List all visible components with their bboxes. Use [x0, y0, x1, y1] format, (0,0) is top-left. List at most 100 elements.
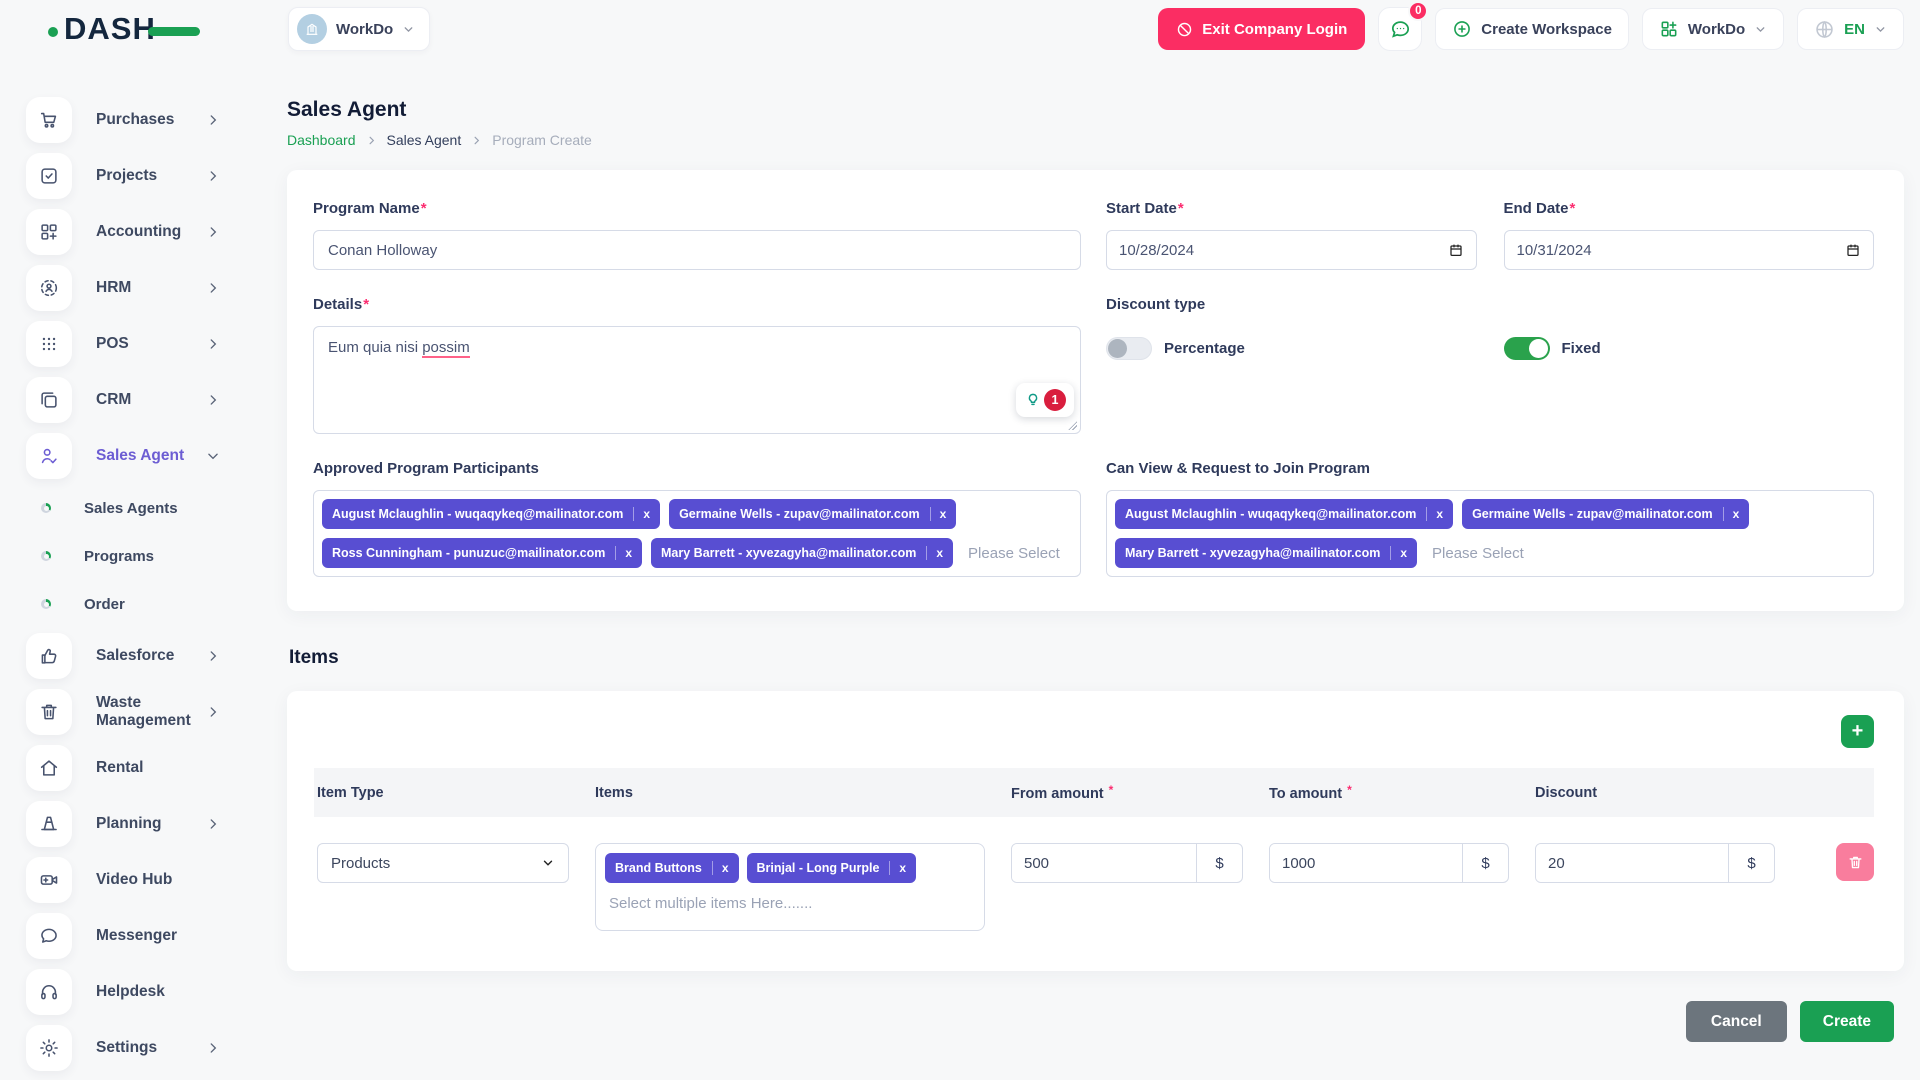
sidebar-item-purchases[interactable]: Purchases: [26, 92, 258, 148]
chevron-right-icon: [206, 225, 220, 239]
writing-assistant-widget[interactable]: 1: [1016, 383, 1074, 417]
workspace-switcher[interactable]: WorkDo: [288, 7, 430, 51]
sidebar-item-settings[interactable]: Settings: [26, 1020, 258, 1076]
col-items: Items: [595, 785, 985, 801]
end-date-input[interactable]: 10/31/2024: [1504, 230, 1875, 270]
chevron-down-icon: [1754, 23, 1767, 36]
calendar-icon[interactable]: [1448, 242, 1464, 258]
sidebar-item-planning[interactable]: Planning: [26, 796, 258, 852]
items-card: + Item Type Items From amount * To amoun…: [287, 691, 1904, 971]
status-donut-icon: [41, 551, 51, 561]
remove-tag-icon[interactable]: x: [633, 507, 650, 521]
discount-group: $: [1535, 843, 1775, 883]
participant-tag: Mary Barrett - xyvezagyha@mailinator.com…: [651, 538, 953, 568]
item-type-select[interactable]: Products: [317, 843, 569, 883]
sidebar-subitem-order[interactable]: Order: [26, 580, 258, 628]
from-amount-input[interactable]: [1012, 844, 1196, 882]
chevron-right-icon: [206, 817, 220, 831]
chevron-right-icon: [206, 337, 220, 351]
required-asterisk: *: [1109, 783, 1114, 797]
chevron-right-icon: [206, 169, 220, 183]
items-multiselect[interactable]: Brand Buttonsx Brinjal - Long Purplex Se…: [595, 843, 985, 931]
sidebar-item-helpdesk[interactable]: Helpdesk: [26, 964, 258, 1020]
sidebar-item-label: Sales Agent: [96, 447, 184, 465]
exit-company-login-button[interactable]: Exit Company Login: [1158, 8, 1365, 50]
remove-tag-icon[interactable]: x: [1390, 546, 1407, 560]
language-selector[interactable]: EN: [1797, 8, 1904, 50]
sidebar-item-label: Messenger: [96, 927, 177, 945]
sidebar-item-label: Salesforce: [96, 647, 174, 665]
sidebar-subitem-label: Programs: [84, 548, 154, 565]
breadcrumb: Dashboard Sales Agent Program Create: [287, 132, 1904, 148]
workdo-apps-button[interactable]: WorkDo: [1642, 8, 1784, 50]
cancel-button[interactable]: Cancel: [1686, 1001, 1787, 1042]
user-scan-icon: [26, 265, 72, 311]
items-table-row: Products Brand Buttonsx Brinjal - Long P…: [314, 843, 1874, 931]
remove-tag-icon[interactable]: x: [712, 861, 729, 875]
required-asterisk: *: [1570, 200, 1576, 217]
sidebar-item-rental[interactable]: Rental: [26, 740, 258, 796]
sidebar-item-sales-agent[interactable]: Sales Agent: [26, 428, 258, 484]
sidebar-item-waste-management[interactable]: Waste Management: [26, 684, 258, 740]
create-workspace-button[interactable]: Create Workspace: [1435, 8, 1629, 50]
participant-tag: August Mclaughlin - wuqaqykeq@mailinator…: [1115, 499, 1453, 529]
chevron-down-icon: [402, 23, 415, 36]
sidebar-item-projects[interactable]: Projects: [26, 148, 258, 204]
calendar-icon[interactable]: [1845, 242, 1861, 258]
chevron-right-icon: [206, 705, 220, 719]
remove-tag-icon[interactable]: x: [1426, 507, 1443, 521]
to-amount-input[interactable]: [1270, 844, 1462, 882]
remove-tag-icon[interactable]: x: [1723, 507, 1740, 521]
resize-handle[interactable]: [1068, 421, 1077, 430]
message-icon: [26, 913, 72, 959]
breadcrumb-dashboard-link[interactable]: Dashboard: [287, 132, 356, 148]
remove-tag-icon[interactable]: x: [615, 546, 632, 560]
messages-button[interactable]: 0: [1378, 7, 1422, 51]
to-amount-group: $: [1269, 843, 1509, 883]
discount-input[interactable]: [1536, 844, 1728, 882]
approved-participants-label: Approved Program Participants: [313, 460, 1081, 477]
sidebar-item-hrm[interactable]: HRM: [26, 260, 258, 316]
workspace-name: WorkDo: [336, 21, 393, 38]
sidebar-item-label: Settings: [96, 1039, 157, 1057]
program-name-input[interactable]: [313, 230, 1081, 270]
remove-tag-icon[interactable]: x: [889, 861, 906, 875]
sidebar-item-label: HRM: [96, 279, 131, 297]
remove-tag-icon[interactable]: x: [930, 507, 947, 521]
breadcrumb-sales-agent[interactable]: Sales Agent: [387, 132, 462, 148]
sidebar-subitem-programs[interactable]: Programs: [26, 532, 258, 580]
fixed-toggle[interactable]: [1504, 337, 1550, 360]
sidebar-item-pos[interactable]: POS: [26, 316, 258, 372]
language-code: EN: [1844, 21, 1865, 38]
grid-plus-icon: [1659, 19, 1679, 39]
delete-item-row-button[interactable]: [1836, 843, 1874, 881]
remove-tag-icon[interactable]: x: [926, 546, 943, 560]
sidebar-item-video-hub[interactable]: Video Hub: [26, 852, 258, 908]
start-date-input[interactable]: 10/28/2024: [1106, 230, 1477, 270]
chevron-right-icon: [206, 281, 220, 295]
fixed-toggle-wrap: Fixed: [1504, 337, 1875, 360]
percentage-toggle[interactable]: [1106, 337, 1152, 360]
chevron-down-icon: [206, 449, 220, 463]
page-title: Sales Agent: [287, 98, 1904, 122]
chevron-right-icon: [206, 1041, 220, 1055]
create-button[interactable]: Create: [1800, 1001, 1894, 1042]
sidebar-item-messenger[interactable]: Messenger: [26, 908, 258, 964]
chevron-down-icon: [541, 856, 555, 870]
main-content: Sales Agent Dashboard Sales Agent Progra…: [258, 58, 1920, 1080]
chevron-right-icon: [206, 649, 220, 663]
sidebar-item-label: Planning: [96, 815, 161, 833]
can-view-multiselect[interactable]: August Mclaughlin - wuqaqykeq@mailinator…: [1106, 490, 1874, 577]
item-tag: Brinjal - Long Purplex: [747, 853, 917, 883]
details-textarea[interactable]: Eum quia nisi possim 1: [313, 326, 1081, 434]
sidebar-subitem-label: Order: [84, 596, 125, 613]
sidebar-item-accounting[interactable]: Accounting: [26, 204, 258, 260]
details-label: Details*: [313, 296, 1081, 313]
sidebar-item-crm[interactable]: CRM: [26, 372, 258, 428]
sidebar-item-salesforce[interactable]: Salesforce: [26, 628, 258, 684]
gear-icon: [26, 1025, 72, 1071]
participant-tag: Ross Cunningham - punuzuc@mailinator.com…: [322, 538, 642, 568]
sidebar-subitem-sales-agents[interactable]: Sales Agents: [26, 484, 258, 532]
approved-participants-multiselect[interactable]: August Mclaughlin - wuqaqykeq@mailinator…: [313, 490, 1081, 577]
add-item-row-button[interactable]: +: [1841, 715, 1874, 748]
